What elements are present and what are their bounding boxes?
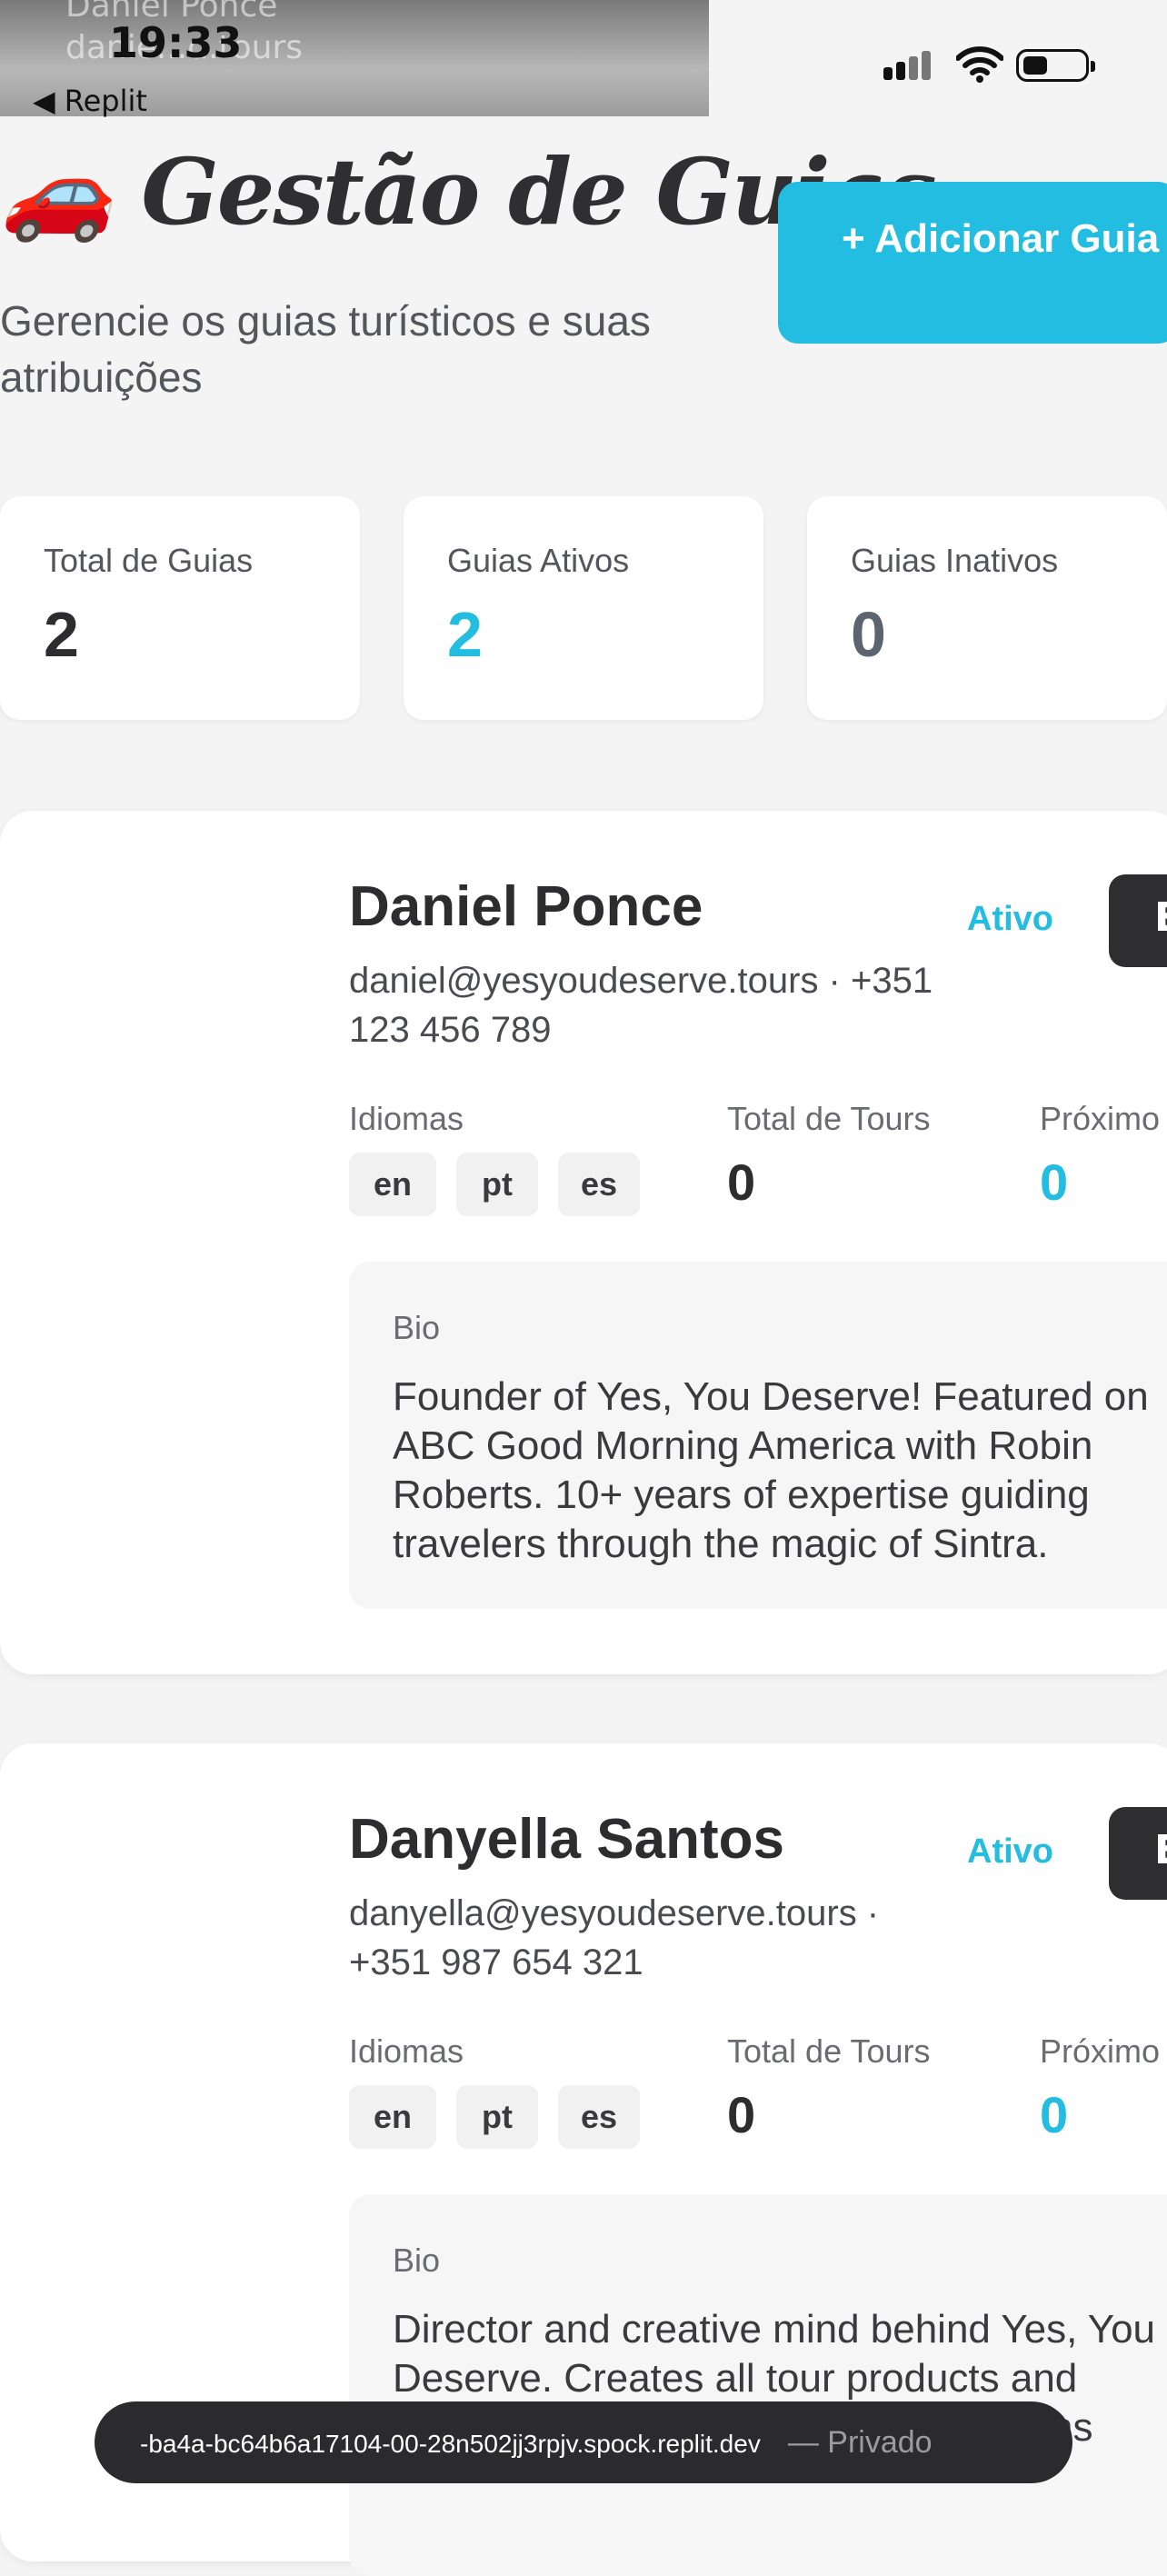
- stat-label: Guias Inativos: [851, 542, 1059, 579]
- language-tag: en: [349, 2085, 436, 2149]
- wifi-icon: [956, 46, 1003, 83]
- stat-value: 2: [447, 599, 483, 670]
- next-tours-value: 0: [1040, 2086, 1069, 2143]
- back-to-replit-link[interactable]: ◀ Replit: [33, 84, 147, 118]
- stat-value: 2: [44, 599, 79, 670]
- stat-card-active: Guias Ativos 2: [404, 496, 763, 720]
- guide-contact: danyella@yesyoudeserve.tours · +351 987 …: [349, 1893, 880, 1982]
- browser-url-bar[interactable]: -ba4a-bc64b6a17104-00-28n502jj3rpjv.spoc…: [95, 2401, 1072, 2483]
- guide-name: Daniel Ponce: [349, 875, 703, 938]
- total-tours-value: 0: [727, 1153, 756, 1211]
- guide-contact: daniel@yesyoudeserve.tours · +351 123 45…: [349, 961, 933, 1050]
- bio-box: Bio Founder of Yes, You Deserve! Feature…: [349, 1262, 1167, 1609]
- total-tours-value: 0: [727, 2086, 756, 2143]
- status-badge: Ativo: [967, 900, 1053, 938]
- battery-icon: [1016, 49, 1095, 82]
- next-tours-value: 0: [1040, 1153, 1069, 1211]
- total-tours-label: Total de Tours: [727, 1100, 931, 1137]
- language-tag: es: [558, 2085, 640, 2149]
- language-tag: en: [349, 1153, 436, 1216]
- next-tours-label: Próximo: [1040, 1100, 1161, 1137]
- languages-label: Idiomas: [349, 2032, 464, 2070]
- stat-label: Total de Guias: [44, 542, 254, 579]
- bio-label: Bio: [393, 2242, 441, 2279]
- stat-label: Guias Ativos: [447, 542, 630, 579]
- guide-name: Danyella Santos: [349, 1808, 784, 1871]
- bio-box: Bio Director and creative mind behind Ye…: [349, 2194, 1167, 2576]
- stat-card-inactive: Guias Inativos 0: [807, 496, 1167, 720]
- bio-label: Bio: [393, 1309, 441, 1346]
- bio-text: Founder of Yes, You Deserve! Featured on…: [393, 1374, 1149, 1566]
- language-tag: es: [558, 1153, 640, 1216]
- edit-guide-button[interactable]: E: [1109, 874, 1167, 967]
- cellular-signal-icon: [883, 51, 931, 80]
- page-subtitle: Gerencie os guias turísticos e suas atri…: [0, 297, 651, 401]
- language-tag: pt: [456, 1153, 538, 1216]
- languages-label: Idiomas: [349, 1100, 464, 1137]
- edit-guide-button[interactable]: E: [1109, 1807, 1167, 1900]
- next-tours-label: Próximo: [1040, 2032, 1161, 2070]
- stat-card-total: Total de Guias 2: [0, 496, 360, 720]
- add-guide-button[interactable]: + Adicionar Guia: [778, 182, 1167, 344]
- privacy-label: — Privado: [787, 2425, 933, 2460]
- url-text: -ba4a-bc64b6a17104-00-28n502jj3rpjv.spoc…: [140, 2430, 761, 2458]
- stat-value: 0: [851, 599, 886, 670]
- status-badge: Ativo: [967, 1832, 1053, 1871]
- total-tours-label: Total de Tours: [727, 2032, 931, 2070]
- language-tag: pt: [456, 2085, 538, 2149]
- status-time: 19:33: [109, 18, 243, 67]
